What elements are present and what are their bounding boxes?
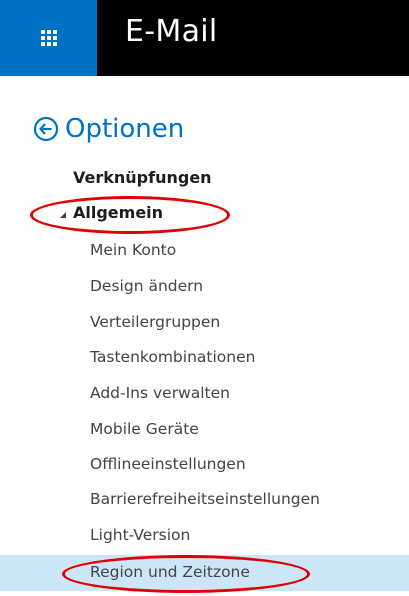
nav-sub-item-selected[interactable]: Region und Zeitzone	[90, 563, 250, 581]
nav-sub-item[interactable]: Add-Ins verwalten	[90, 384, 230, 402]
nav-sub-item[interactable]: Barrierefreiheitseinstellungen	[90, 490, 320, 508]
nav-sub-item[interactable]: Mobile Geräte	[90, 420, 199, 438]
app-title: E-Mail	[125, 14, 218, 49]
nav-sub-item[interactable]: Offlineeinstellungen	[90, 455, 246, 473]
options-title: Optionen	[65, 114, 185, 144]
nav-sub-item[interactable]: Mein Konto	[90, 241, 176, 259]
nav-sub-item[interactable]: Verteilergruppen	[90, 313, 220, 331]
back-arrow-circle-icon	[33, 116, 59, 142]
app-launcher-button[interactable]	[0, 0, 97, 76]
nav-sub-item[interactable]: Design ändern	[90, 277, 203, 295]
waffle-grid-icon	[40, 30, 57, 46]
nav-sub-item[interactable]: Light-Version	[90, 526, 190, 544]
nav-general[interactable]: Allgemein	[73, 203, 163, 222]
options-page: E-Mail Optionen Verknüpfungen Allgemein …	[0, 0, 409, 596]
top-bar: E-Mail	[0, 0, 409, 76]
triangle-expanded-icon[interactable]	[60, 212, 66, 218]
nav-shortcuts[interactable]: Verknüpfungen	[73, 168, 212, 187]
options-back-link[interactable]: Optionen	[33, 114, 184, 144]
nav-sub-item[interactable]: Tastenkombinationen	[90, 348, 255, 366]
